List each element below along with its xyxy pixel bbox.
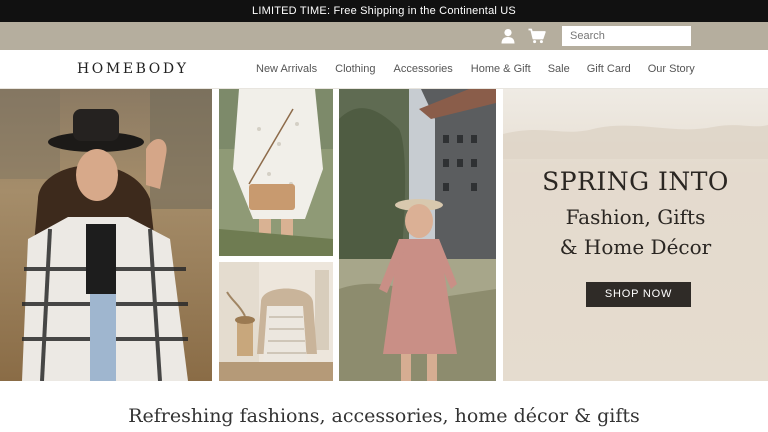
- nav-item-clothing[interactable]: Clothing: [335, 63, 375, 75]
- hero-headline-primary: SPRING INTO: [542, 167, 729, 196]
- hero-photo-plaid-shacket[interactable]: [0, 89, 212, 381]
- promo-banner: LIMITED TIME: Free Shipping in the Conti…: [0, 0, 768, 22]
- nav-item-sale[interactable]: Sale: [548, 63, 570, 75]
- nav-item-gift-card[interactable]: Gift Card: [587, 63, 631, 75]
- nav-item-accessories[interactable]: Accessories: [393, 63, 452, 75]
- nav-item-home-gift[interactable]: Home & Gift: [471, 63, 531, 75]
- nav-item-our-story[interactable]: Our Story: [648, 63, 695, 75]
- hero-photo-white-dress[interactable]: [219, 89, 333, 256]
- search-input[interactable]: [562, 26, 691, 46]
- cart-icon[interactable]: [528, 28, 546, 44]
- utility-bar: [0, 22, 768, 50]
- nav-item-new-arrivals[interactable]: New Arrivals: [256, 63, 317, 75]
- hero-photo-home-decor-chair[interactable]: [219, 262, 333, 381]
- person-icon[interactable]: [500, 28, 516, 44]
- main-navigation: HOMEBODY New Arrivals Clothing Accessori…: [0, 50, 768, 89]
- promo-banner-text: LIMITED TIME: Free Shipping in the Conti…: [252, 5, 516, 17]
- hero-photo-pink-dress[interactable]: [339, 89, 496, 381]
- store-logo[interactable]: HOMEBODY: [77, 61, 189, 77]
- hero-promo-panel: SPRING INTO Fashion, Gifts & Home Décor …: [503, 89, 768, 381]
- nav-menu: New Arrivals Clothing Accessories Home &…: [256, 63, 695, 75]
- shop-now-button[interactable]: SHOP NOW: [586, 282, 691, 307]
- page-tagline: Refreshing fashions, accessories, home d…: [128, 405, 640, 427]
- hero-headline-tertiary: & Home Décor: [559, 235, 712, 259]
- hero-headline-secondary: Fashion, Gifts: [565, 205, 706, 229]
